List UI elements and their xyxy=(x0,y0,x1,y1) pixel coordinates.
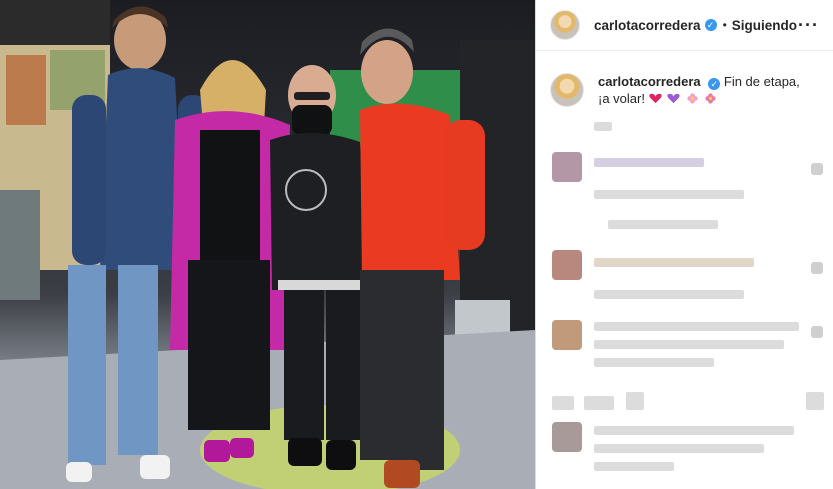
caption-avatar[interactable] xyxy=(550,73,584,107)
verified-badge-icon: ✓ xyxy=(708,78,721,90)
blurred-text xyxy=(594,358,714,367)
heart-purple-icon xyxy=(667,93,680,104)
comment-avatar[interactable] xyxy=(552,250,582,280)
set-decor xyxy=(6,55,46,125)
post-header: carlotacorredera ✓ • Siguiendo ··· xyxy=(536,0,833,51)
comment-avatar[interactable] xyxy=(552,152,582,182)
blurred-text xyxy=(806,392,824,410)
caption: carlotacorredera ✓ Fin de etapa, ¡a vola… xyxy=(536,51,833,107)
comment-avatar[interactable] xyxy=(552,320,582,350)
more-options-icon[interactable]: ··· xyxy=(798,15,819,36)
post-photo[interactable] xyxy=(0,0,535,489)
blurred-text xyxy=(594,190,744,199)
following-button[interactable]: Siguiendo xyxy=(732,18,797,33)
author-username[interactable]: carlotacorredera xyxy=(594,18,701,33)
header-separator: • xyxy=(722,18,727,32)
verified-badge-icon: ✓ xyxy=(704,19,717,31)
blurred-text xyxy=(594,258,754,267)
like-comment-icon[interactable] xyxy=(811,262,823,274)
blurred-text xyxy=(594,462,674,471)
blurred-text xyxy=(594,444,764,453)
blurred-text xyxy=(594,426,794,435)
blurred-text xyxy=(626,392,644,410)
blurred-text xyxy=(594,122,612,131)
blurred-text xyxy=(584,396,614,410)
caption-username[interactable]: carlotacorredera xyxy=(598,74,701,89)
studio-scene-image xyxy=(0,0,535,489)
blurred-text xyxy=(594,158,704,167)
blurred-text xyxy=(594,290,744,299)
blurred-text xyxy=(552,396,574,410)
blurred-text xyxy=(594,322,799,331)
post-side-panel: carlotacorredera ✓ • Siguiendo ··· carlo… xyxy=(535,0,833,489)
like-comment-icon[interactable] xyxy=(811,163,823,175)
instagram-post: carlotacorredera ✓ • Siguiendo ··· carlo… xyxy=(0,0,833,489)
caption-text-block: carlotacorredera ✓ Fin de etapa, ¡a vola… xyxy=(598,73,813,107)
comment-avatar[interactable] xyxy=(552,422,582,452)
studio-chair xyxy=(0,190,40,300)
left-set-ceiling xyxy=(0,0,110,45)
blurred-text xyxy=(608,220,718,229)
flower-pink-icon xyxy=(705,93,717,104)
flower-pink-icon xyxy=(687,93,698,104)
avatar[interactable] xyxy=(550,10,580,40)
like-comment-icon[interactable] xyxy=(811,326,823,338)
heart-red-icon xyxy=(648,93,662,104)
blurred-text xyxy=(594,340,784,349)
